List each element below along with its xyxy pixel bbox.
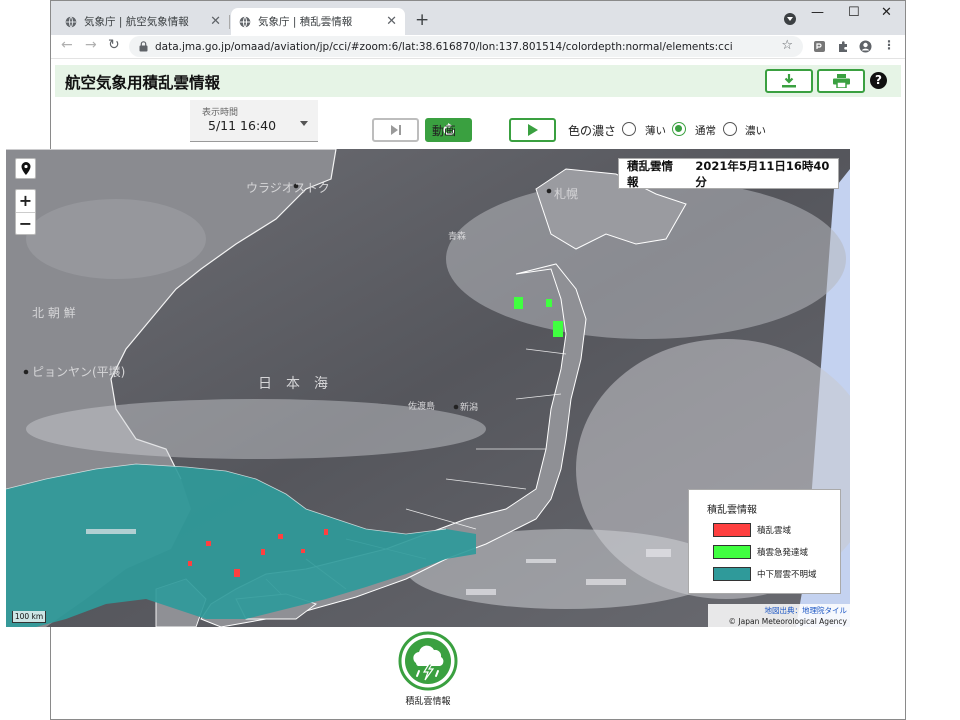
- zoom-in-button[interactable]: +: [16, 190, 35, 212]
- density-radio-light[interactable]: [622, 122, 636, 136]
- page-title: 航空気象用積乱雲情報: [65, 74, 221, 92]
- map-label-aomori: 青森: [448, 232, 467, 242]
- minimize-icon[interactable]: —: [811, 5, 824, 20]
- info-box: 積乱雲情報 2021年5月11日16時40分: [618, 158, 839, 189]
- legend-title: 積乱雲情報: [707, 505, 757, 516]
- browser-toolbar: ← → ↻ data.jma.go.jp/omaad/aviation/jp/c…: [51, 35, 905, 59]
- maximize-icon[interactable]: ☐: [848, 5, 860, 20]
- map-label-sado: 佐渡島: [408, 402, 436, 412]
- tab-title: 気象庁 | 積乱雲情報: [258, 16, 353, 28]
- legend-swatch: [713, 523, 751, 537]
- tab-aviation-weather[interactable]: 気象庁 | 航空気象情報 ✕: [57, 8, 229, 35]
- legend-swatch: [713, 545, 751, 559]
- density-normal-label: 通常: [695, 125, 716, 137]
- satellite-map[interactable]: ウラジオストク 札幌 青森 北 朝 鮮 ピョンヤン(平壌) 日 本 海 佐渡島 …: [6, 149, 850, 627]
- close-tab-icon[interactable]: ✕: [210, 14, 221, 29]
- forward-icon[interactable]: →: [85, 37, 97, 53]
- skip-forward-icon: [390, 125, 401, 135]
- close-tab-icon[interactable]: ✕: [386, 14, 397, 29]
- legend-label: 中下層雲不明域: [757, 570, 817, 580]
- new-tab-button[interactable]: +: [415, 10, 429, 30]
- attribution-link[interactable]: 地図出典：地理院タイル: [711, 605, 848, 616]
- map-label-japan-sea: 日 本 海: [258, 376, 328, 392]
- printer-icon: [832, 74, 850, 88]
- extension-icon[interactable]: [813, 40, 826, 53]
- display-time-select[interactable]: 表示時間 5/11 16:40: [190, 100, 318, 142]
- address-bar[interactable]: data.jma.go.jp/omaad/aviation/jp/cci/#zo…: [129, 36, 803, 57]
- globe-icon: [65, 15, 77, 28]
- locate-button[interactable]: [15, 158, 36, 179]
- play-icon: [528, 124, 538, 136]
- tab-search-icon[interactable]: [784, 13, 796, 25]
- tab-strip: 気象庁 | 航空気象情報 ✕ 気象庁 | 積乱雲情報 ✕ + — ☐ ✕: [51, 1, 905, 35]
- display-time-label: 表示時間: [202, 108, 239, 118]
- bookmark-star-icon[interactable]: ☆: [781, 38, 793, 53]
- legend-swatch: [713, 567, 751, 581]
- info-datetime: 2021年5月11日16時40分: [695, 158, 830, 189]
- map-label-vladivostok: ウラジオストク: [246, 181, 330, 195]
- tab-title: 気象庁 | 航空気象情報: [84, 16, 189, 28]
- download-icon: [782, 74, 796, 88]
- print-button[interactable]: [817, 69, 865, 93]
- download-button[interactable]: [765, 69, 813, 93]
- info-title: 積乱雲情報: [627, 158, 673, 189]
- legend-item-unknown: 中下層雲不明域: [713, 567, 817, 581]
- url-text: data.jma.go.jp/omaad/aviation/jp/cci/#zo…: [155, 40, 733, 53]
- cumulonimbus-product-icon[interactable]: [398, 631, 458, 691]
- zoom-out-button[interactable]: −: [16, 213, 35, 235]
- density-light-label: 薄い: [645, 125, 666, 137]
- zoom-control: + −: [15, 189, 36, 235]
- close-window-icon[interactable]: ✕: [881, 5, 892, 20]
- globe-icon: [239, 15, 251, 28]
- last-frame-button[interactable]: [372, 118, 419, 142]
- chevron-down-icon: [300, 121, 308, 126]
- animation-label: 動画: [432, 124, 457, 138]
- map-label-pyongyang: ピョンヤン(平壌): [32, 365, 126, 379]
- profile-icon[interactable]: [859, 40, 872, 53]
- page-header: 航空気象用積乱雲情報 ?: [55, 65, 901, 97]
- reload-icon[interactable]: ↻: [108, 37, 120, 53]
- legend-label: 積雲急発達域: [757, 548, 809, 558]
- legend: 積乱雲情報 積乱雲域 積雲急発達域 中下層雲不明域: [688, 489, 841, 594]
- menu-kebab-icon[interactable]: ⋮: [883, 38, 895, 52]
- display-time-value: 5/11 16:40: [208, 118, 277, 133]
- scale-bar: 100 km: [12, 611, 46, 623]
- product-label: 積乱雲情報: [405, 697, 451, 707]
- help-icon[interactable]: ?: [870, 72, 887, 89]
- tab-separator: [229, 15, 230, 29]
- tab-cumulonimbus-info[interactable]: 気象庁 | 積乱雲情報 ✕: [231, 8, 405, 35]
- color-density-label: 色の濃さ: [568, 124, 617, 138]
- puzzle-icon[interactable]: [837, 40, 850, 53]
- density-dark-label: 濃い: [745, 125, 766, 137]
- back-icon[interactable]: ←: [61, 37, 73, 53]
- map-pin-icon: [21, 162, 30, 175]
- density-radio-dark[interactable]: [723, 122, 737, 136]
- density-radio-normal[interactable]: [672, 122, 686, 136]
- play-button[interactable]: [509, 118, 556, 142]
- map-attribution: 地図出典：地理院タイル © Japan Meteorological Agenc…: [708, 604, 850, 627]
- copyright-text: © Japan Meteorological Agency 2019: [728, 617, 847, 626]
- legend-label: 積乱雲域: [757, 526, 792, 536]
- legend-item-rapid-development: 積雲急発達域: [713, 545, 808, 559]
- map-label-north-korea: 北 朝 鮮: [32, 306, 76, 320]
- map-label-niigata: 新潟: [460, 403, 479, 413]
- legend-item-cumulonimbus: 積乱雲域: [713, 523, 791, 537]
- lock-icon: [139, 41, 148, 52]
- map-label-sapporo: 札幌: [554, 187, 579, 201]
